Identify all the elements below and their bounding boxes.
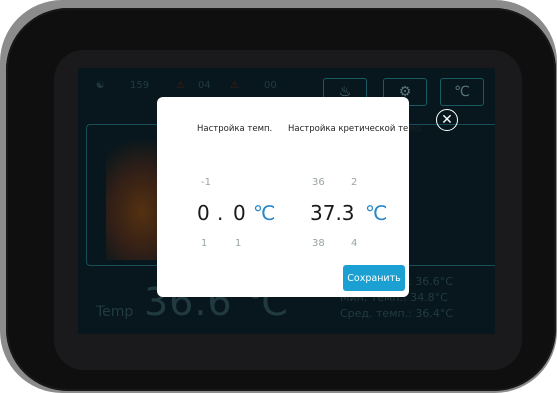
picker-left-below-1[interactable]: 1 bbox=[201, 238, 207, 249]
save-button[interactable]: Сохранить bbox=[343, 265, 405, 291]
picker-right-below-2[interactable]: 4 bbox=[351, 238, 357, 249]
settings-modal: Настройка темп. Настройка кретической те… bbox=[157, 97, 423, 297]
label-temp: Настройка темп. bbox=[197, 124, 273, 134]
close-icon[interactable]: ✕ bbox=[436, 109, 458, 131]
picker-right-below-1[interactable]: 38 bbox=[312, 238, 325, 249]
picker-right-value[interactable]: 37.3 bbox=[310, 201, 355, 225]
picker-left-digit-2[interactable]: 0 bbox=[233, 201, 246, 225]
picker-right-above-2[interactable]: 2 bbox=[351, 177, 357, 188]
picker-left-digit-1[interactable]: 0 bbox=[197, 201, 210, 225]
picker-right-above-1[interactable]: 36 bbox=[312, 177, 325, 188]
picker-left-unit: ℃ bbox=[253, 201, 276, 225]
picker-left-above[interactable]: -1 bbox=[201, 177, 211, 188]
label-critical-temp: Настройка кретической темп. bbox=[288, 124, 423, 134]
picker-right-unit: ℃ bbox=[365, 201, 388, 225]
picker-left-dot: . bbox=[217, 201, 224, 225]
picker-left-below-2[interactable]: 1 bbox=[235, 238, 241, 249]
